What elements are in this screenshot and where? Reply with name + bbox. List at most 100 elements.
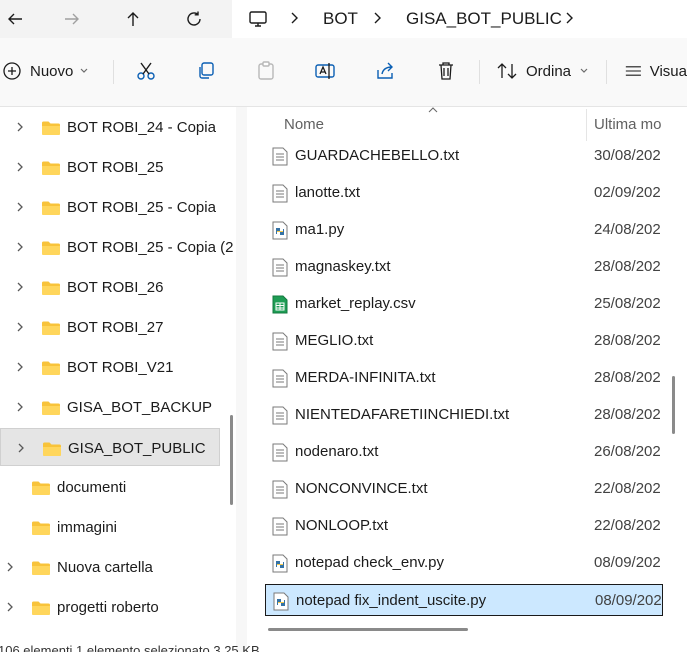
sidebar-item-label: BOT ROBI_26 <box>67 279 164 296</box>
chevron-right-icon[interactable] <box>14 401 26 413</box>
sidebar-item[interactable]: Nuova cartella <box>0 548 220 586</box>
file-name: lanotte.txt <box>295 184 361 201</box>
file-row[interactable]: ma1.py 24/08/202 <box>265 214 663 246</box>
new-button[interactable]: Nuovo <box>0 54 100 88</box>
delete-button[interactable] <box>431 54 461 88</box>
file-name: MEGLIO.txt <box>295 332 374 349</box>
sidebar-item[interactable]: BOT ROBI_25 - Copia <box>0 188 220 226</box>
chevron-right-icon[interactable] <box>14 281 26 293</box>
cut-button[interactable] <box>131 54 161 88</box>
sidebar-item[interactable]: immagini <box>0 508 220 546</box>
chevron-right-icon[interactable] <box>14 121 26 133</box>
column-divider[interactable] <box>586 109 587 141</box>
file-row[interactable]: GUARDACHEBELLO.txt 30/08/202 <box>265 140 663 172</box>
address-bar[interactable]: BOT GISA_BOT_PUBLIC <box>232 0 687 38</box>
copy-button[interactable] <box>191 54 221 88</box>
sidebar-item-label: BOT ROBI_25 <box>67 159 164 176</box>
file-icon <box>272 147 288 171</box>
file-row[interactable]: NONLOOP.txt 22/08/202 <box>265 510 663 542</box>
chevron-right-icon <box>291 12 298 24</box>
sidebar-item-label: GISA_BOT_BACKUP <box>67 399 213 416</box>
file-row[interactable]: MEGLIO.txt 28/08/202 <box>265 325 663 357</box>
view-button[interactable]: Visua <box>625 54 687 88</box>
sidebar-item[interactable]: BOT ROBI_26 <box>0 268 220 306</box>
breadcrumb-item[interactable]: GISA_BOT_PUBLIC <box>406 9 562 29</box>
pane-gutter <box>236 107 247 652</box>
copy-icon <box>199 62 214 79</box>
status-bar: 106 elementi 1 elemento selezionato 3,25… <box>0 642 687 652</box>
rename-button[interactable] <box>310 54 340 88</box>
sidebar-item[interactable]: BOT ROBI_24 - Copia <box>0 108 220 146</box>
file-row[interactable]: market_replay.csv 25/08/202 <box>265 288 663 320</box>
file-row[interactable]: lanotte.txt 02/09/202 <box>265 177 663 209</box>
file-icon <box>272 554 288 578</box>
chevron-right-icon[interactable] <box>4 601 16 613</box>
sort-ascending-icon <box>428 107 438 113</box>
share-button[interactable] <box>370 54 400 88</box>
back-button[interactable] <box>0 5 30 33</box>
text-file-icon <box>272 406 288 425</box>
folder-icon <box>41 280 61 301</box>
sidebar-item-label: documenti <box>57 479 127 496</box>
sidebar-item[interactable]: GISA_BOT_PUBLIC <box>0 428 220 466</box>
file-date: 26/08/202 <box>594 443 661 460</box>
chevron-right-icon[interactable] <box>14 201 26 213</box>
file-row[interactable]: nodenaro.txt 26/08/202 <box>265 436 663 468</box>
folder-icon <box>41 360 61 381</box>
column-header-name[interactable]: Nome <box>284 116 324 133</box>
file-icon <box>272 480 288 504</box>
file-date: 24/08/202 <box>594 221 661 238</box>
forward-button[interactable] <box>57 5 87 33</box>
sidebar-item-label: BOT ROBI_27 <box>67 319 164 336</box>
sort-icon <box>497 63 517 79</box>
scissors-icon <box>137 62 155 80</box>
sidebar-item[interactable]: BOT ROBI_V21 <box>0 348 220 386</box>
file-row[interactable]: NONCONVINCE.txt 22/08/202 <box>265 473 663 505</box>
text-file-icon <box>272 369 288 388</box>
sidebar-item[interactable]: GISA_BOT_BACKUP <box>0 388 220 426</box>
sidebar-item-label: Nuova cartella <box>57 559 153 576</box>
toolbar-divider <box>606 60 607 84</box>
sidebar-item[interactable]: BOT ROBI_27 <box>0 308 220 346</box>
sidebar-item[interactable]: progetti roberto <box>0 588 220 626</box>
file-row[interactable]: MERDA-INFINITA.txt 28/08/202 <box>265 362 663 394</box>
paste-button[interactable] <box>251 54 281 88</box>
file-name: notepad check_env.py <box>295 554 444 571</box>
file-icon <box>272 517 288 541</box>
file-row[interactable]: magnaskey.txt 28/08/202 <box>265 251 663 283</box>
folder-icon <box>41 200 61 221</box>
folder-icon <box>31 600 51 621</box>
sidebar-item-label: BOT ROBI_25 - Copia (2 <box>67 239 234 256</box>
horizontal-scrollbar[interactable] <box>268 628 468 631</box>
text-file-icon <box>272 147 288 166</box>
file-row[interactable]: NIENTEDAFARETIINCHIEDI.txt 28/08/202 <box>265 399 663 431</box>
plus-circle-icon <box>3 62 21 80</box>
chevron-right-icon[interactable] <box>14 361 26 373</box>
chevron-right-icon[interactable] <box>4 561 16 573</box>
new-label: Nuovo <box>30 62 74 80</box>
computer-icon <box>249 11 267 27</box>
chevron-right-icon[interactable] <box>14 161 26 173</box>
text-file-icon <box>272 517 288 536</box>
refresh-button[interactable] <box>179 5 209 33</box>
vertical-scrollbar[interactable] <box>672 376 675 434</box>
file-row[interactable]: notepad check_env.py 08/09/202 <box>265 547 663 579</box>
sidebar-item[interactable]: BOT ROBI_25 - Copia (2 <box>0 228 233 266</box>
sidebar-item[interactable]: BOT ROBI_25 <box>0 148 220 186</box>
up-button[interactable] <box>118 5 148 33</box>
file-name: NONLOOP.txt <box>295 517 389 534</box>
breadcrumb-item[interactable]: BOT <box>323 9 358 29</box>
python-file-icon <box>273 592 289 611</box>
chevron-right-icon[interactable] <box>14 321 26 333</box>
sidebar-item-label: BOT ROBI_V21 <box>67 359 174 376</box>
chevron-right-icon[interactable] <box>14 241 26 253</box>
file-icon <box>272 332 288 356</box>
sidebar-item[interactable]: documenti <box>0 468 220 506</box>
navigation-scrollbar[interactable] <box>230 415 233 505</box>
file-row[interactable]: notepad fix_indent_uscite.py 08/09/202 <box>265 584 663 616</box>
column-header-modified[interactable]: Ultima mo <box>594 116 662 133</box>
chevron-right-icon[interactable] <box>15 442 27 454</box>
file-date: 08/09/202 <box>594 554 661 571</box>
chevron-right-icon <box>566 12 573 24</box>
sort-button[interactable]: Ordina <box>496 54 596 88</box>
